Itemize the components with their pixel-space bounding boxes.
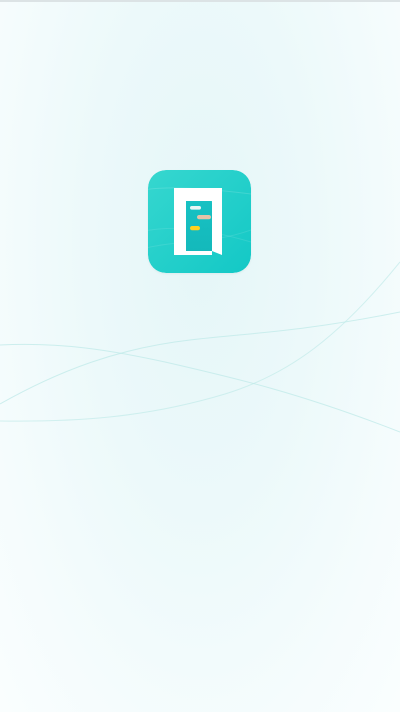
app-logo bbox=[148, 170, 251, 273]
document-chart-icon bbox=[148, 170, 251, 273]
splash-screen bbox=[0, 0, 400, 712]
background-wave-lines bbox=[0, 261, 400, 433]
